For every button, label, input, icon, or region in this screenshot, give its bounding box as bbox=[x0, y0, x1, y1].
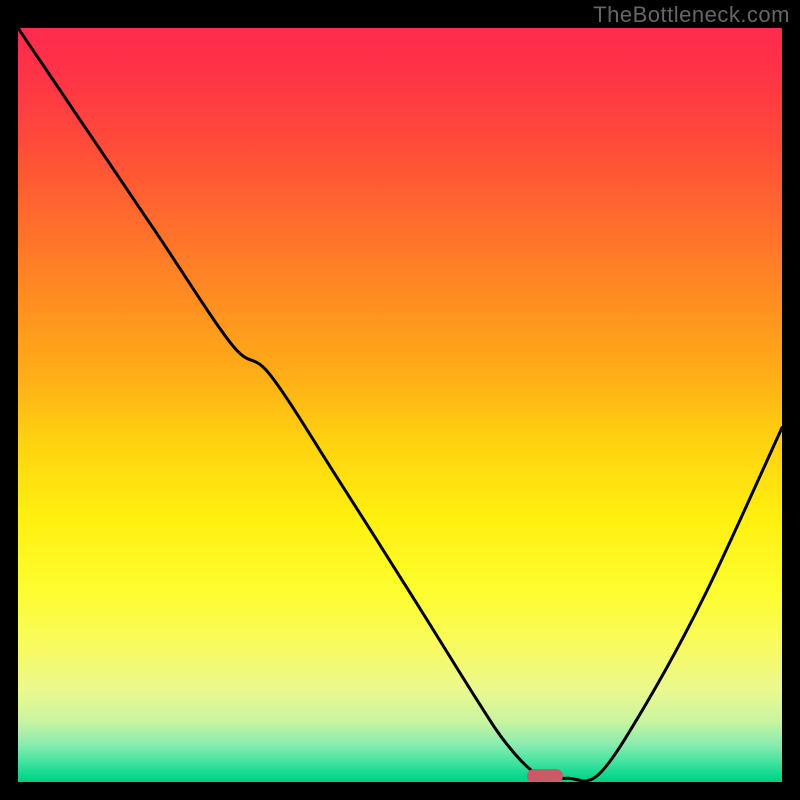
chart-frame: TheBottleneck.com bbox=[0, 0, 800, 800]
optimal-marker bbox=[527, 769, 563, 782]
plot-area bbox=[18, 28, 782, 782]
bottleneck-curve bbox=[18, 28, 782, 782]
watermark-text: TheBottleneck.com bbox=[593, 2, 790, 28]
